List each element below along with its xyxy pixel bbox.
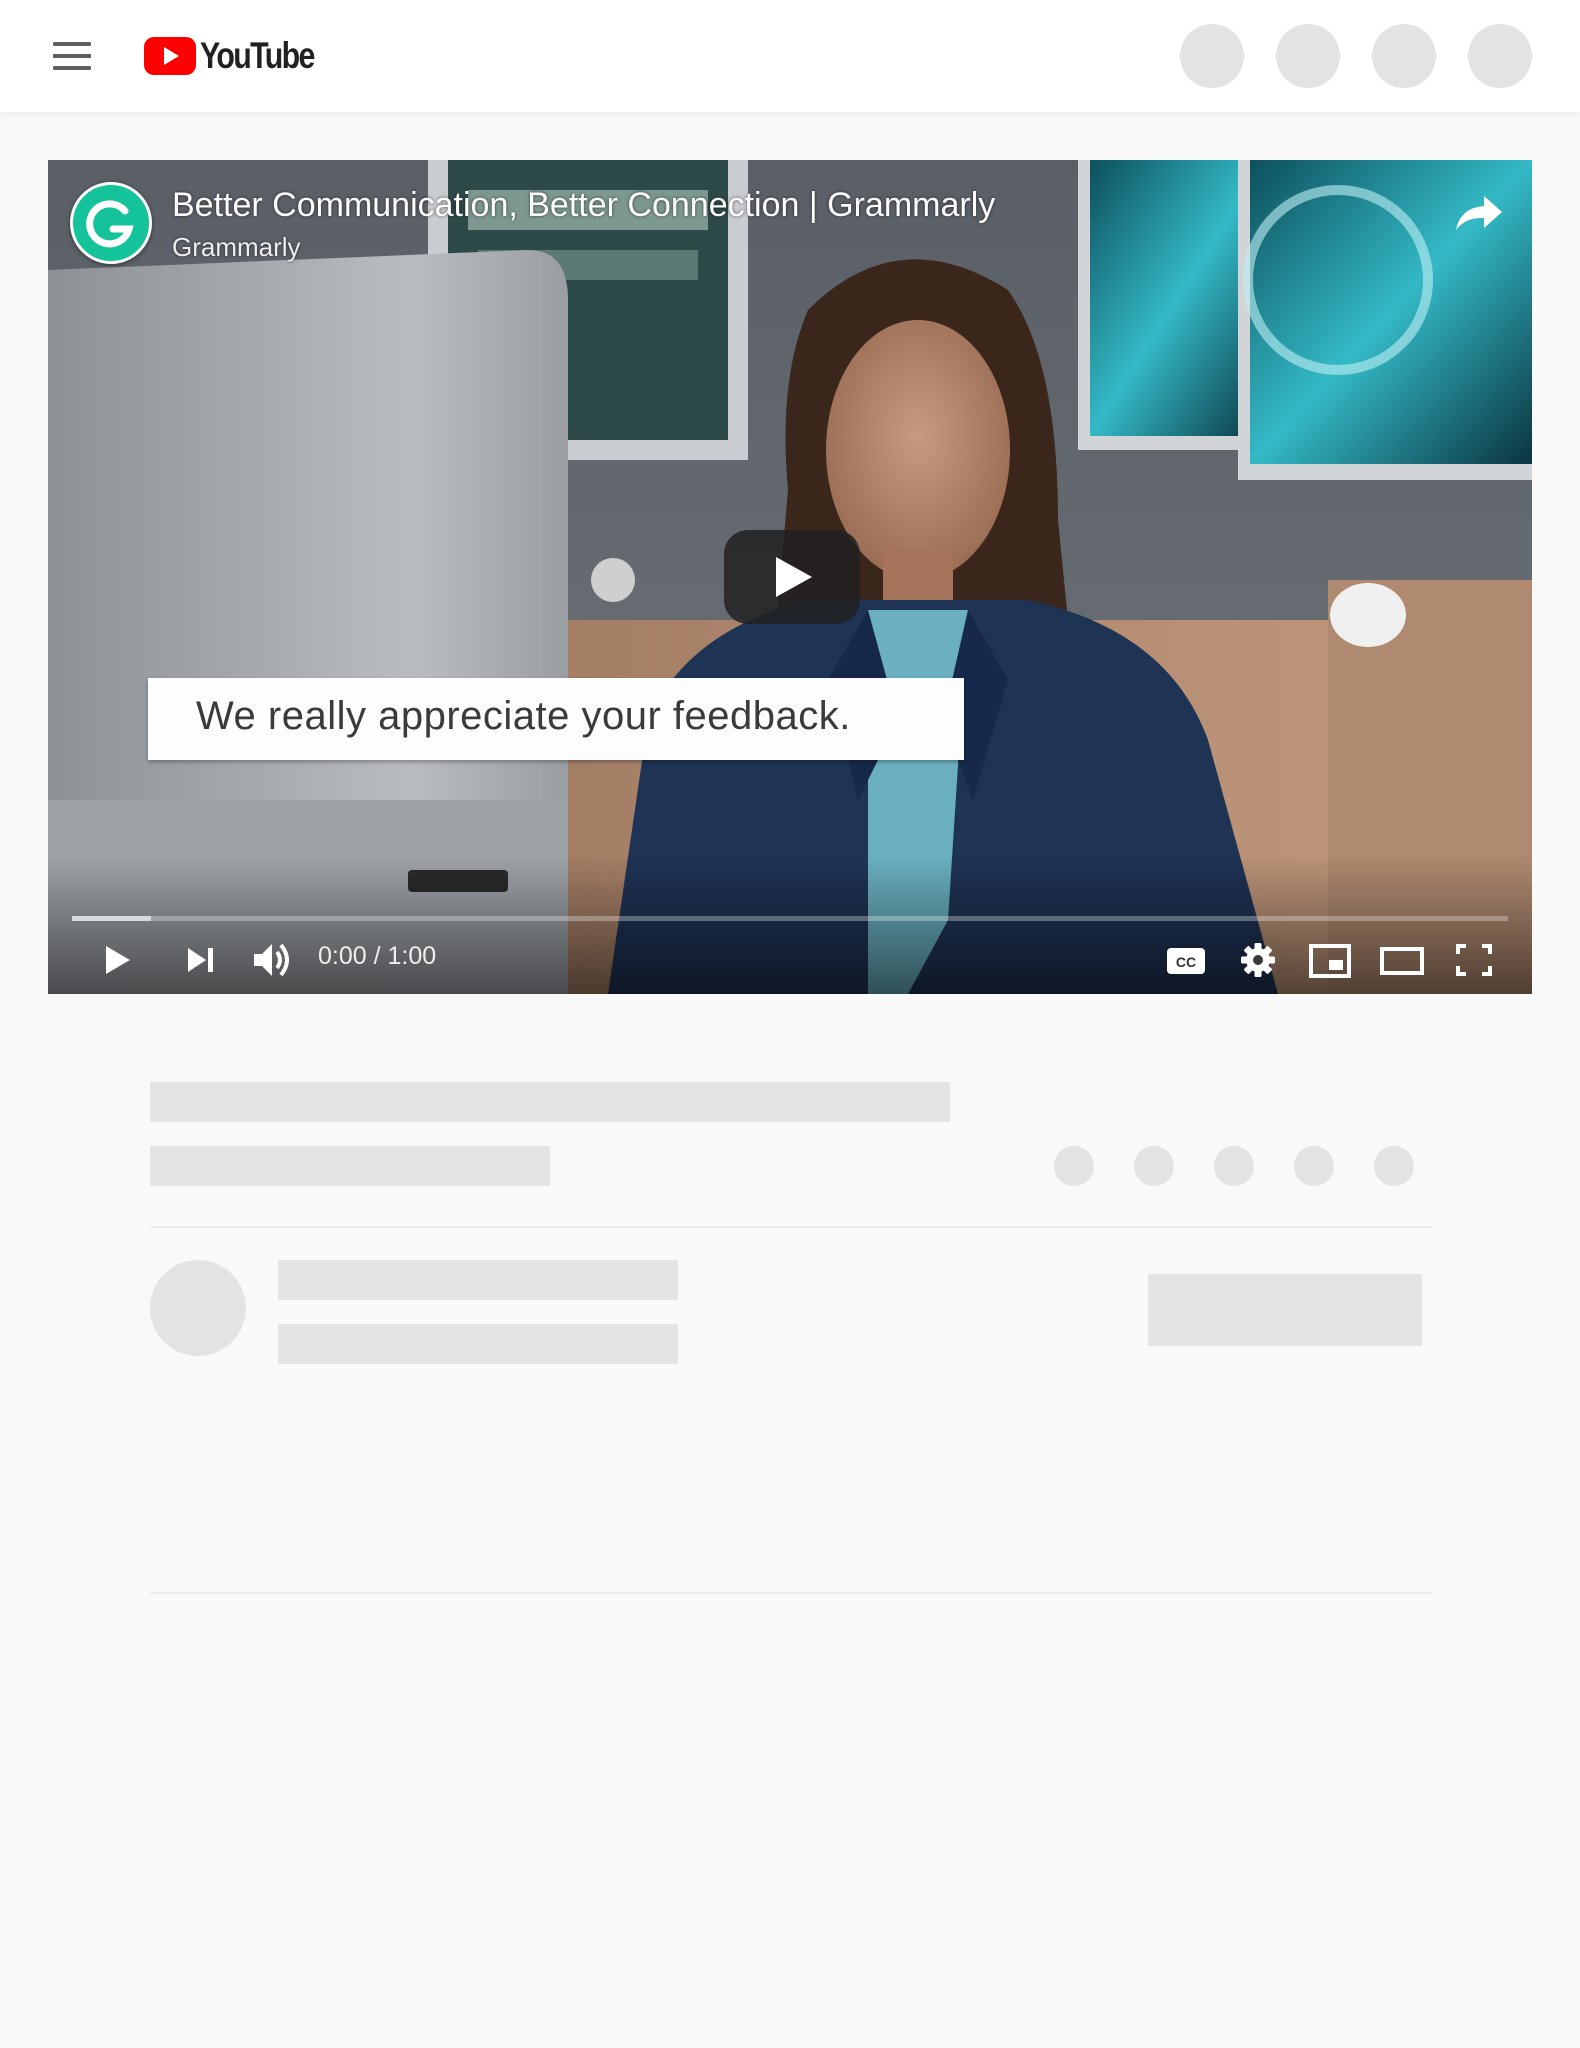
video-title[interactable]: Better Communication, Better Connection … xyxy=(172,186,995,225)
theater-icon[interactable] xyxy=(1374,934,1430,986)
video-caption: We really appreciate your feedback. xyxy=(148,678,964,760)
header-placeholder-circle xyxy=(1468,24,1532,88)
action-placeholder xyxy=(1134,1146,1174,1186)
time-display: 0:00 / 1:00 xyxy=(318,942,437,970)
divider xyxy=(150,1226,1432,1228)
large-play-button[interactable] xyxy=(724,530,860,624)
next-icon[interactable] xyxy=(172,934,228,986)
channel-avatar[interactable] xyxy=(70,182,152,264)
fullscreen-icon[interactable] xyxy=(1446,934,1502,986)
share-icon[interactable] xyxy=(1448,184,1508,240)
channel-name[interactable]: Grammarly xyxy=(172,232,301,263)
volume-icon[interactable] xyxy=(244,934,304,986)
youtube-logo[interactable]: YouTube xyxy=(144,35,339,76)
miniplayer-icon[interactable] xyxy=(1302,934,1358,986)
subscribe-button-placeholder xyxy=(1148,1274,1422,1346)
channel-name-placeholder xyxy=(278,1260,678,1300)
divider xyxy=(150,1592,1432,1594)
grammarly-logo-icon xyxy=(86,200,134,248)
action-placeholder xyxy=(1054,1146,1094,1186)
action-placeholder xyxy=(1294,1146,1334,1186)
logo-text: YouTube xyxy=(200,35,315,76)
views-placeholder xyxy=(150,1146,550,1186)
progress-loaded xyxy=(72,916,151,921)
header-placeholder-circle xyxy=(1372,24,1436,88)
header-placeholder-circle xyxy=(1180,24,1244,88)
cc-icon[interactable]: CC xyxy=(1158,934,1214,986)
avatar-placeholder xyxy=(150,1260,246,1356)
header-placeholder-circle xyxy=(1276,24,1340,88)
action-placeholder xyxy=(1374,1146,1414,1186)
subscriber-placeholder xyxy=(278,1324,678,1364)
svg-text:CC: CC xyxy=(1176,954,1196,970)
play-icon[interactable] xyxy=(88,934,144,986)
video-player[interactable]: Better Communication, Better Connection … xyxy=(48,160,1532,994)
menu-icon[interactable] xyxy=(46,36,98,76)
youtube-logo-icon xyxy=(144,37,196,75)
top-bar: YouTube xyxy=(0,0,1580,112)
settings-icon[interactable] xyxy=(1230,934,1286,986)
title-placeholder xyxy=(150,1082,950,1122)
progress-bar[interactable] xyxy=(72,916,1508,921)
action-placeholder xyxy=(1214,1146,1254,1186)
